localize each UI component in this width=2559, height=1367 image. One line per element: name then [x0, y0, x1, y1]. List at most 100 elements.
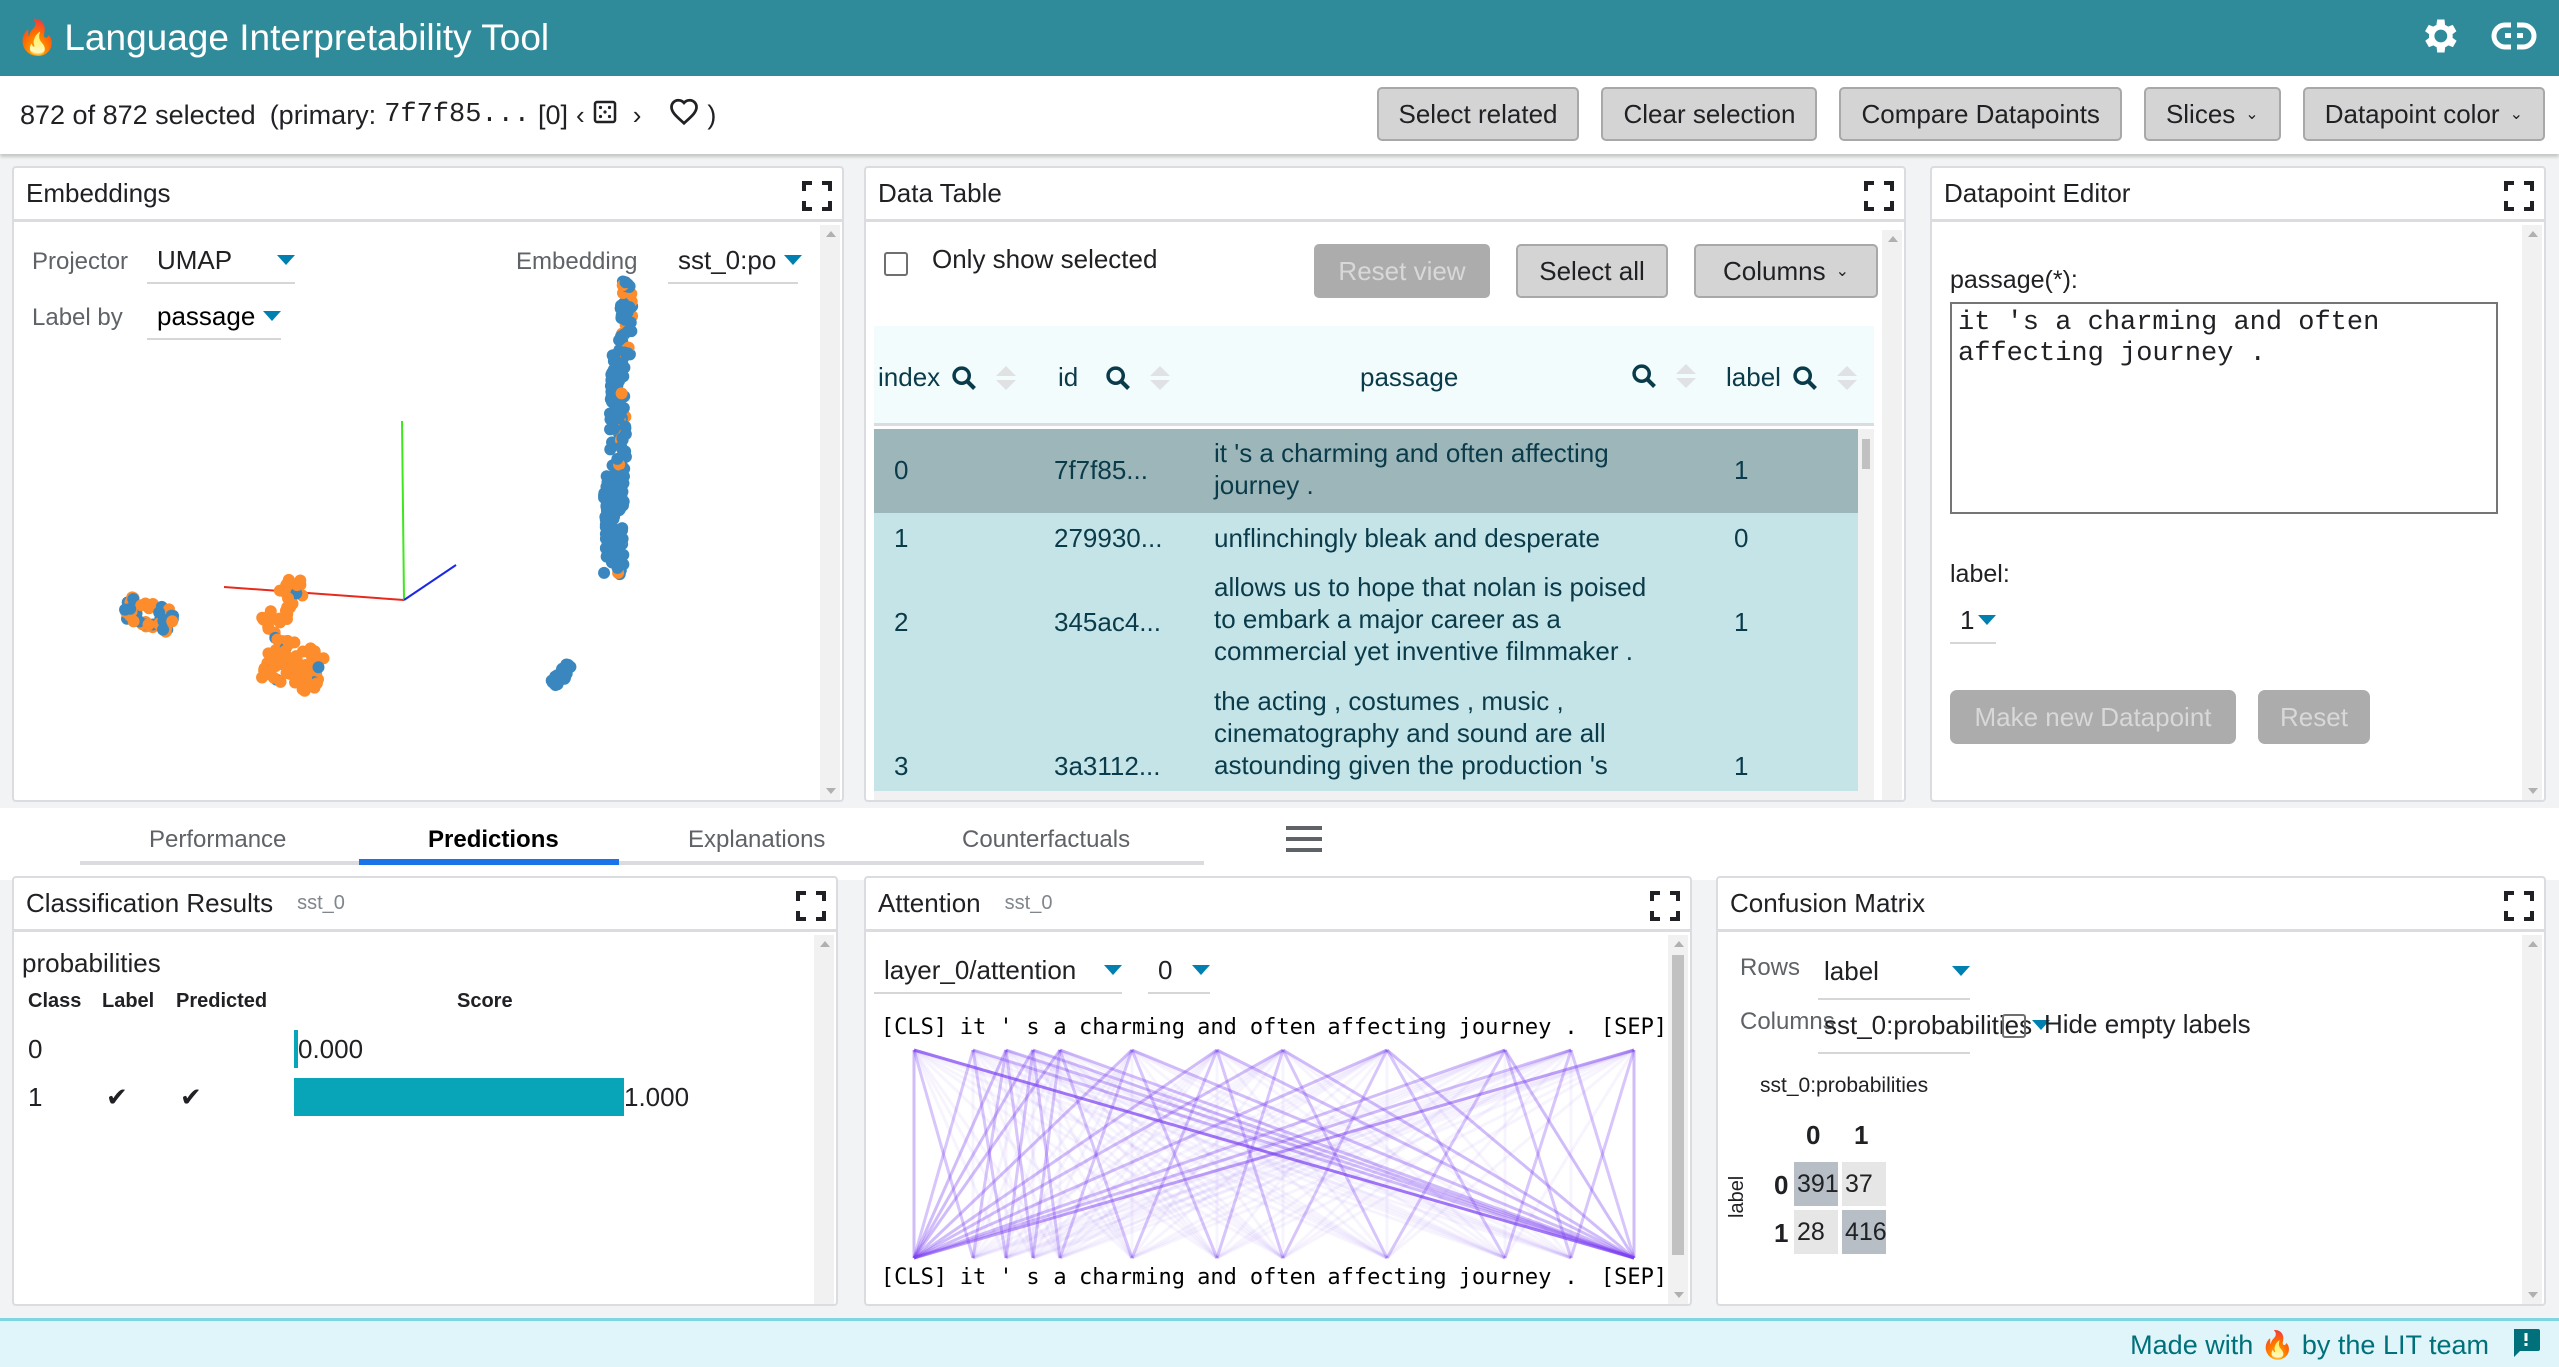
embedding-scatter[interactable] [14, 225, 822, 800]
feedback-icon[interactable] [2511, 1327, 2541, 1364]
panel-scrollbar[interactable] [2522, 225, 2542, 800]
token-top[interactable]: s [1026, 1015, 1039, 1040]
embedding-point[interactable] [256, 671, 269, 684]
embedding-point[interactable] [264, 605, 277, 618]
embedding-point[interactable] [558, 666, 571, 679]
token-bottom[interactable]: often [1250, 1265, 1316, 1290]
column-header-id[interactable]: id [1058, 362, 1171, 393]
embedding-point[interactable] [142, 618, 155, 631]
slices-button[interactable]: Slices ⌄ [2143, 87, 2281, 141]
token-top[interactable]: often [1250, 1015, 1316, 1040]
embedding-point[interactable] [291, 579, 304, 592]
token-bottom[interactable]: journey [1459, 1265, 1552, 1290]
select-all-button[interactable]: Select all [1516, 244, 1668, 298]
search-icon[interactable] [1791, 364, 1819, 392]
scrollbar[interactable] [820, 225, 840, 800]
embedding-point[interactable] [135, 599, 148, 612]
token-top[interactable]: [CLS] [881, 1015, 947, 1040]
make-new-datapoint-button[interactable]: Make new Datapoint [1950, 690, 2236, 744]
embedding-point[interactable] [166, 615, 179, 628]
panel-scrollbar[interactable] [1882, 230, 1902, 800]
embedding-point[interactable] [157, 623, 170, 636]
embedding-point[interactable] [603, 539, 616, 552]
embedding-point[interactable] [625, 325, 638, 338]
expand-icon[interactable] [802, 181, 832, 218]
sort-arrows-icon[interactable] [1676, 364, 1696, 388]
table-row[interactable]: 3 3a3112... the acting , costumes , musi… [874, 679, 1874, 791]
token-bottom[interactable]: . [1564, 1265, 1577, 1290]
chevron-right-icon[interactable]: › [633, 100, 642, 131]
matrix-cell[interactable]: 28 [1794, 1210, 1838, 1254]
embedding-point[interactable] [282, 592, 295, 605]
hamburger-menu-icon[interactable] [1286, 824, 1322, 859]
matrix-cell[interactable]: 37 [1842, 1162, 1886, 1206]
label-select[interactable]: 1 [1950, 598, 1997, 644]
embedding-point[interactable] [267, 652, 280, 665]
panel-scrollbar[interactable] [1668, 935, 1688, 1304]
embedding-point[interactable] [309, 648, 322, 661]
passage-textarea[interactable]: it 's a charming and often affecting jou… [1950, 302, 2498, 514]
embedding-point[interactable] [615, 440, 628, 453]
expand-icon[interactable] [1650, 891, 1680, 928]
embedding-point[interactable] [312, 661, 325, 674]
attention-layer-select[interactable]: layer_0/attention [874, 948, 1122, 994]
sort-arrows-icon[interactable] [1150, 365, 1171, 390]
expand-icon[interactable] [1864, 181, 1894, 218]
token-top[interactable]: a [1053, 1015, 1066, 1040]
token-bottom[interactable]: affecting [1327, 1265, 1446, 1290]
token-bottom[interactable]: ' [999, 1265, 1012, 1290]
reset-button[interactable]: Reset [2258, 690, 2370, 744]
attention-head-select[interactable]: 0 [1148, 948, 1210, 994]
rows-select[interactable]: label [1818, 944, 1970, 1000]
embedding-point[interactable] [598, 566, 611, 579]
heart-outline-icon[interactable] [669, 98, 699, 133]
dice-icon[interactable] [593, 100, 617, 131]
columns-select[interactable]: sst_0:probabilities [1818, 998, 2051, 1054]
token-top[interactable]: . [1564, 1015, 1577, 1040]
token-top[interactable]: charming [1079, 1015, 1185, 1040]
embedding-point[interactable] [613, 334, 626, 347]
matrix-cell[interactable]: 391 [1794, 1162, 1839, 1206]
token-top[interactable]: [SEP] [1601, 1015, 1666, 1040]
embedding-point[interactable] [619, 276, 632, 289]
token-top[interactable]: affecting [1327, 1015, 1446, 1040]
token-top[interactable]: it [960, 1015, 987, 1040]
token-bottom[interactable]: s [1026, 1265, 1039, 1290]
embedding-point[interactable] [608, 422, 621, 435]
table-row[interactable]: 1 279930... unflinchingly bleak and desp… [874, 513, 1874, 565]
only-show-selected-checkbox[interactable] [884, 252, 908, 276]
tab-predictions[interactable]: Predictions [428, 826, 559, 854]
search-icon[interactable] [1630, 362, 1658, 390]
embedding-point[interactable] [280, 613, 293, 626]
embedding-point[interactable] [298, 684, 311, 697]
table-row[interactable]: 0 7f7f85... it 's a charming and often a… [874, 429, 1874, 513]
embedding-point[interactable] [127, 615, 140, 628]
embedding-point[interactable] [609, 487, 622, 500]
token-bottom[interactable]: and [1197, 1265, 1237, 1290]
link-icon[interactable] [2491, 21, 2537, 51]
passage-search-sort[interactable] [1630, 362, 1696, 390]
tab-performance[interactable]: Performance [149, 826, 286, 854]
embedding-point[interactable] [611, 561, 624, 574]
embedding-point[interactable] [618, 313, 631, 326]
column-header-index[interactable]: index [878, 362, 1017, 393]
embedding-point[interactable] [616, 532, 629, 545]
expand-icon[interactable] [2504, 891, 2534, 928]
token-bottom[interactable]: it [960, 1265, 987, 1290]
table-horizontal-scrollbar[interactable] [874, 791, 1874, 800]
token-bottom[interactable]: [SEP] [1601, 1265, 1666, 1290]
expand-icon[interactable] [2504, 181, 2534, 218]
table-scrollbar[interactable] [1858, 429, 1874, 791]
embedding-point[interactable] [611, 402, 624, 415]
gear-icon[interactable] [2417, 14, 2461, 58]
embedding-point[interactable] [124, 602, 137, 615]
embedding-point[interactable] [608, 349, 621, 362]
select-related-button[interactable]: Select related [1376, 87, 1580, 141]
tab-counterfactuals[interactable]: Counterfactuals [962, 826, 1130, 854]
panel-scrollbar[interactable] [814, 935, 834, 1304]
embedding-point[interactable] [285, 655, 298, 668]
token-top[interactable]: and [1197, 1015, 1237, 1040]
embedding-point[interactable] [615, 387, 628, 400]
tab-explanations[interactable]: Explanations [688, 826, 825, 854]
compare-datapoints-button[interactable]: Compare Datapoints [1839, 87, 2122, 141]
